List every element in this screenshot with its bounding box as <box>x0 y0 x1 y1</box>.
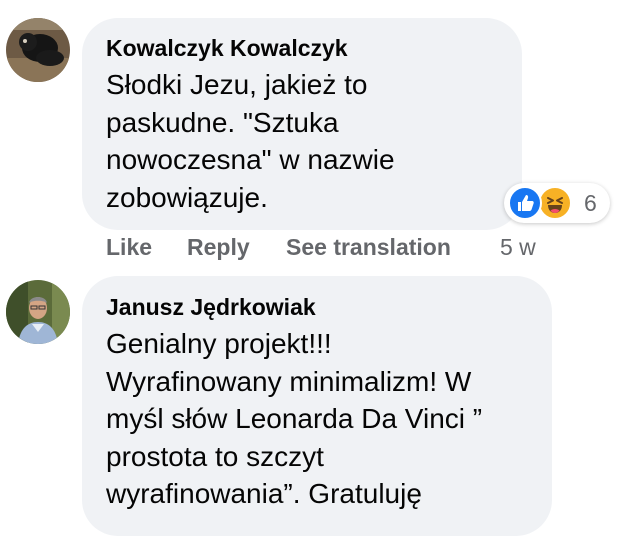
reaction-count: 6 <box>584 190 597 216</box>
comment-timestamp[interactable]: 5 w <box>500 234 536 261</box>
comment: Janusz Jędrkowiak Genialny projekt!!! Wy… <box>0 276 637 536</box>
avatar[interactable] <box>6 18 70 82</box>
haha-icon <box>538 186 572 220</box>
comment-author[interactable]: Kowalczyk Kowalczyk <box>106 35 348 62</box>
like-button[interactable]: Like <box>106 234 152 261</box>
comment-text: Słodki Jezu, jakież to paskudne. "Sztuka… <box>106 69 395 213</box>
comment-bubble: Kowalczyk Kowalczyk Słodki Jezu, jakież … <box>82 18 522 230</box>
comment-text: Genialny projekt!!! Wyrafinowany minimal… <box>106 328 483 509</box>
reactions-summary[interactable]: 6 <box>504 183 610 223</box>
see-translation-button[interactable]: See translation <box>286 234 451 261</box>
avatar[interactable] <box>6 280 70 344</box>
comment: Kowalczyk Kowalczyk Słodki Jezu, jakież … <box>0 0 637 270</box>
reply-button[interactable]: Reply <box>187 234 250 261</box>
comment-bubble: Janusz Jędrkowiak Genialny projekt!!! Wy… <box>82 276 552 536</box>
like-icon <box>508 186 542 220</box>
comment-author[interactable]: Janusz Jędrkowiak <box>106 294 316 321</box>
